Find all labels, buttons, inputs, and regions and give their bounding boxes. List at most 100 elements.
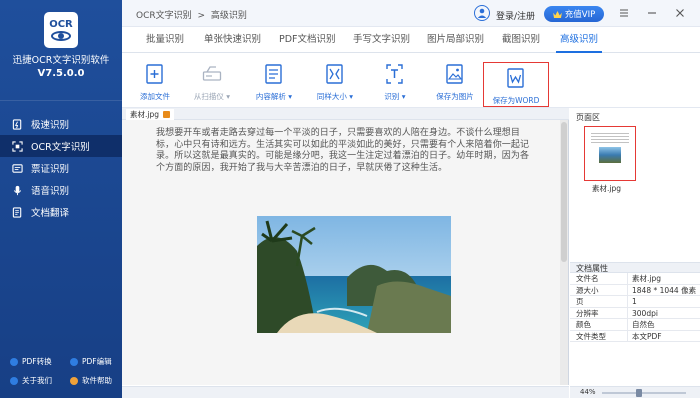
property-value: 1848 * 1044 像素 <box>632 285 697 295</box>
title-bar: OCR文字识别 > 高级识别 登录/注册 充值VIP <box>122 0 700 27</box>
eye-icon <box>51 31 71 41</box>
sidebar-item-label: 票证识别 <box>31 164 70 175</box>
login-link[interactable]: 登录/注册 <box>496 9 535 22</box>
page-panel: 页面区 素材.jpg <box>570 108 700 398</box>
property-value: 1 <box>632 297 637 306</box>
footer-label: PDF转换 <box>22 357 52 366</box>
sidebar: OCR 迅捷OCR文字识别软件 V7.5.0.0 极速识别 OCR文字识别 票证… <box>0 0 122 398</box>
document-image <box>257 216 451 333</box>
sidebar-item-label: 文档翻译 <box>31 208 70 219</box>
app-logo: OCR <box>44 12 78 48</box>
breadcrumb-item: 高级识别 <box>210 11 247 21</box>
sidebar-item-label: OCR文字识别 <box>31 142 90 153</box>
sidebar-item-label: 极速识别 <box>31 120 70 131</box>
recognize-button[interactable]: 识别 ▾ <box>362 59 428 105</box>
save-as-image-button[interactable]: 保存为图片 <box>422 59 488 105</box>
sidebar-item-ticket[interactable]: 票证识别 <box>0 157 122 179</box>
vip-button[interactable]: 充值VIP <box>544 6 604 22</box>
property-row: 文件名 素材.jpg <box>570 273 700 285</box>
app-name: 迅捷OCR文字识别软件 <box>12 55 110 66</box>
lightning-doc-icon <box>12 118 23 130</box>
tab-partial-image[interactable]: 图片局部识别 <box>427 27 484 53</box>
tool-label: 保存为图片 <box>436 92 474 101</box>
toolbar: 添加文件 从扫描仪 ▾ 内容解析 ▾ 同样大小 ▾ 识别 ▾ 保存为图片 保存为… <box>122 53 700 108</box>
microphone-icon <box>12 185 23 196</box>
tool-label: 同样大小 ▾ <box>316 92 354 101</box>
footer-label: 关于我们 <box>22 376 52 385</box>
breadcrumb-item[interactable]: OCR文字识别 <box>136 11 192 21</box>
help-link[interactable]: 软件帮助 <box>70 375 112 386</box>
page-area-title: 页面区 <box>576 113 600 122</box>
app-version: V7.5.0.0 <box>37 68 85 79</box>
document-scrollbar[interactable] <box>560 120 568 385</box>
property-row: 源大小 1848 * 1044 像素 <box>570 284 700 296</box>
tool-label: 保存为WORD <box>492 96 540 105</box>
zoom-slider-knob[interactable] <box>636 389 642 397</box>
save-as-word-button[interactable]: 保存为WORD <box>483 62 549 107</box>
vip-label: 充值VIP <box>564 10 596 20</box>
same-size-icon <box>326 64 343 84</box>
close-tab-icon[interactable] <box>163 111 170 118</box>
property-row: 颜色 自然色 <box>570 319 700 331</box>
page-thumbnail-label: 素材.jpg <box>592 184 621 193</box>
ticket-icon <box>12 163 23 174</box>
zoom-slider[interactable] <box>602 389 686 397</box>
scanner-button[interactable]: 从扫描仪 ▾ <box>179 59 245 105</box>
sidebar-item-voice[interactable]: 语音识别 <box>0 179 122 201</box>
zoom-level: 44% <box>580 388 596 396</box>
property-row: 页 1 <box>570 296 700 308</box>
recognized-text: 我想要开车或者走路去穿过每一个平淡的日子，只需要喜欢的人陪在身边。不谈什么理想目… <box>156 128 530 173</box>
tool-label: 内容解析 ▾ <box>255 92 293 101</box>
pdf-edit-icon <box>70 357 78 366</box>
add-file-icon <box>146 64 163 84</box>
document-tab-label: 素材.jpg <box>130 110 159 119</box>
about-link[interactable]: 关于我们 <box>10 375 52 386</box>
property-row: 分辨率 300dpi <box>570 307 700 319</box>
pdf-edit-link[interactable]: PDF编辑 <box>70 356 112 367</box>
tab-screenshot[interactable]: 截图识别 <box>502 27 540 53</box>
document-preview[interactable]: 我想要开车或者走路去穿过每一个平淡的日子，只需要喜欢的人陪在身边。不谈什么理想目… <box>122 120 569 385</box>
property-value: 素材.jpg <box>632 274 661 283</box>
pdf-convert-link[interactable]: PDF转换 <box>10 356 52 367</box>
content-parse-icon <box>265 64 282 84</box>
sidebar-item-translate[interactable]: 文档翻译 <box>0 201 122 223</box>
property-value: 本文PDF <box>632 331 662 341</box>
tool-label: 添加文件 <box>140 92 170 101</box>
save-image-icon <box>446 64 463 84</box>
save-word-icon <box>507 68 524 88</box>
document-horizontal-scrollbar[interactable] <box>122 386 569 398</box>
footer-label: 软件帮助 <box>82 376 112 385</box>
minimize-icon[interactable] <box>646 7 658 19</box>
sidebar-item-ocr[interactable]: OCR文字识别 <box>0 135 122 157</box>
document-properties: 文档属性 文件名 素材.jpg 源大小 1848 * 1044 像素 页 1 分… <box>570 262 700 342</box>
ocr-icon <box>12 140 23 152</box>
property-row: 文件类型 本文PDF <box>570 330 700 342</box>
tab-batch[interactable]: 批量识别 <box>146 27 184 53</box>
footer-label: PDF编辑 <box>82 357 112 366</box>
page-thumbnail[interactable] <box>584 126 636 181</box>
property-key: 页 <box>570 296 628 307</box>
sidebar-item-fast-recognition[interactable]: 极速识别 <box>0 113 122 135</box>
user-avatar-icon[interactable] <box>474 5 490 21</box>
logo-text: OCR <box>49 19 73 30</box>
document-tab-bar: 素材.jpg <box>122 108 569 120</box>
property-value: 300dpi <box>632 308 658 318</box>
breadcrumb: OCR文字识别 > 高级识别 <box>136 8 250 21</box>
mode-tabs: 批量识别 单张快速识别 PDF文档识别 手写文字识别 图片局部识别 截图识别 高… <box>122 27 700 53</box>
document-tab[interactable]: 素材.jpg <box>126 109 174 120</box>
tab-advanced[interactable]: 高级识别 <box>555 27 603 53</box>
same-size-button[interactable]: 同样大小 ▾ <box>302 59 368 105</box>
close-icon[interactable] <box>674 7 686 19</box>
property-key: 颜色 <box>570 319 628 330</box>
menu-icon[interactable] <box>618 7 630 19</box>
property-value: 自然色 <box>632 320 655 329</box>
scanner-icon <box>202 66 222 81</box>
tab-pdf[interactable]: PDF文档识别 <box>279 27 336 53</box>
property-key: 分辨率 <box>570 307 628 318</box>
sidebar-divider <box>0 100 122 101</box>
tab-single-fast[interactable]: 单张快速识别 <box>204 27 261 53</box>
help-icon <box>70 376 78 385</box>
tab-handwriting[interactable]: 手写文字识别 <box>353 27 410 53</box>
content-parse-button[interactable]: 内容解析 ▾ <box>241 59 307 105</box>
pdf-convert-icon <box>10 357 18 366</box>
